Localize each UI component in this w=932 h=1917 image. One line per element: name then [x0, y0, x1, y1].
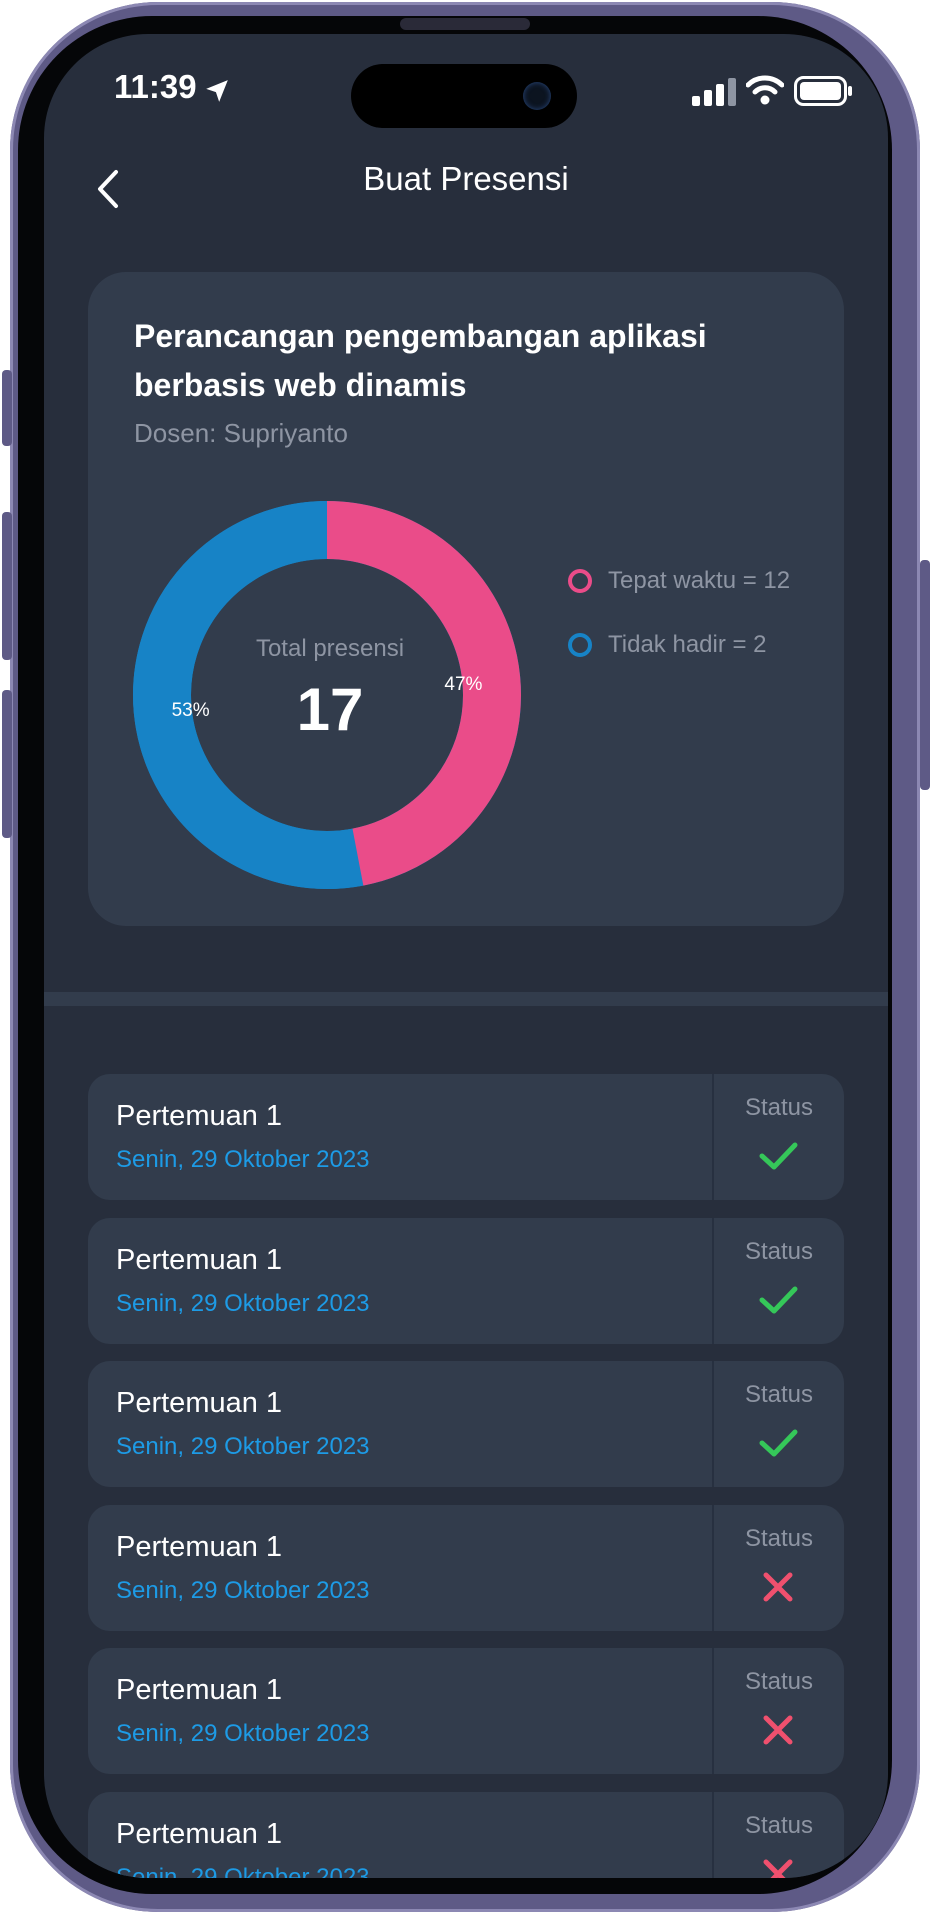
- row-divider: [712, 1361, 714, 1487]
- donut-percent-label-0: 47%: [444, 674, 482, 695]
- meeting-date: Senin, 29 Oktober 2023: [116, 1576, 370, 1604]
- meeting-title: Pertemuan 1: [116, 1674, 283, 1706]
- meeting-title: Pertemuan 1: [116, 1387, 283, 1419]
- status-label: Status: [744, 1237, 814, 1265]
- cross-icon: [763, 1715, 793, 1745]
- checkmark-icon: [759, 1142, 798, 1170]
- legend-ring-icon: [568, 569, 592, 593]
- row-divider: [712, 1648, 714, 1774]
- location-arrow-icon: [206, 80, 228, 102]
- row-divider: [712, 1217, 714, 1344]
- battery-icon: [794, 76, 852, 106]
- legend-label: Tidak hadir = 2: [608, 631, 767, 658]
- attendance-donut-chart: Total presensi 17 47% 53%: [133, 501, 521, 889]
- power-button: [920, 560, 930, 790]
- meeting-row[interactable]: Pertemuan 1 Senin, 29 Oktober 2023 Status: [88, 1648, 844, 1774]
- app-screen: 11:39 Buat Presensi Perancangan pengemba…: [44, 34, 888, 1878]
- wifi-icon: [746, 75, 784, 105]
- legend-item-on-time: Tepat waktu = 12: [568, 566, 790, 596]
- section-divider: [44, 992, 888, 1006]
- meeting-title: Pertemuan 1: [116, 1100, 283, 1132]
- lecturer-name: Dosen: Supriyanto: [134, 418, 348, 448]
- attendance-summary-card: Perancangan pengembangan aplikasi berbas…: [88, 272, 844, 926]
- donut-total-value: 17: [297, 676, 364, 743]
- status-label: Status: [744, 1524, 814, 1552]
- donut-percent-label-1: 53%: [172, 700, 210, 721]
- meeting-row[interactable]: Pertemuan 1 Senin, 29 Oktober 2023 Status: [88, 1217, 844, 1344]
- cross-icon: [763, 1572, 793, 1601]
- cellular-signal-icon: [692, 78, 736, 106]
- meeting-date: Senin, 29 Oktober 2023: [116, 1720, 370, 1747]
- meeting-date: Senin, 29 Oktober 2023: [116, 1289, 370, 1317]
- row-divider: [712, 1504, 714, 1631]
- meeting-row[interactable]: Pertemuan 1 Senin, 29 Oktober 2023 Status: [88, 1074, 844, 1200]
- volume-down-button: [2, 690, 12, 838]
- action-button: [2, 370, 12, 446]
- row-divider: [712, 1074, 714, 1200]
- legend-label: Tepat waktu = 12: [608, 567, 791, 594]
- meeting-date: Senin, 29 Oktober 2023: [116, 1863, 370, 1879]
- meeting-row[interactable]: Pertemuan 1 Senin, 29 Oktober 2023 Status: [88, 1361, 844, 1487]
- legend-ring-icon: [568, 633, 592, 657]
- meeting-title: Pertemuan 1: [116, 1817, 283, 1850]
- meeting-title: Pertemuan 1: [116, 1530, 283, 1563]
- meeting-row[interactable]: Pertemuan 1 Senin, 29 Oktober 2023 Status: [88, 1791, 844, 1879]
- meeting-date: Senin, 29 Oktober 2023: [116, 1433, 370, 1460]
- meeting-date: Senin, 29 Oktober 2023: [116, 1146, 370, 1173]
- status-time: 11:39: [114, 68, 197, 105]
- status-label: Status: [744, 1094, 814, 1121]
- volume-up-button: [2, 512, 12, 660]
- meeting-title: Pertemuan 1: [116, 1243, 283, 1276]
- meeting-row[interactable]: Pertemuan 1 Senin, 29 Oktober 2023 Status: [88, 1504, 844, 1631]
- legend-item-absent: Tidak hadir = 2: [568, 630, 767, 660]
- checkmark-icon: [759, 1286, 798, 1313]
- speaker-grille: [400, 18, 530, 30]
- course-title: Perancangan pengembangan aplikasi berbas…: [134, 318, 707, 403]
- cross-icon: [763, 1859, 793, 1878]
- dynamic-island: [351, 64, 577, 128]
- checkmark-icon: [759, 1429, 798, 1457]
- page-title: Buat Presensi: [363, 160, 569, 197]
- camera-icon: [523, 82, 551, 110]
- status-label: Status: [744, 1811, 814, 1839]
- status-label: Status: [744, 1381, 814, 1408]
- donut-center-label: Total presensi: [256, 635, 404, 662]
- status-label: Status: [744, 1668, 814, 1695]
